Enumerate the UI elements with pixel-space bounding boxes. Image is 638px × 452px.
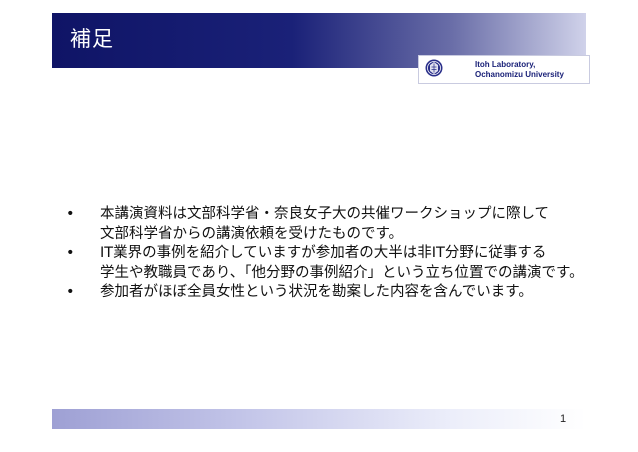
university-crest-icon <box>425 59 443 77</box>
bullet-marker: • <box>66 245 75 261</box>
page-number: 1 <box>560 413 567 425</box>
bullet-item: • 参加者がほぼ全員女性という状況を勘案した内容を含んでいます。 <box>66 283 606 303</box>
bullet-item: • 本講演資料は文部科学省・奈良女子大の共催ワークショップに際して 文部科学省か… <box>66 205 606 244</box>
lab-name: Itoh Laboratory, Ochanomizu University <box>475 60 564 80</box>
lab-badge: Itoh Laboratory, Ochanomizu University <box>418 55 590 84</box>
bullet-marker: • <box>66 284 75 300</box>
bullet-list: • 本講演資料は文部科学省・奈良女子大の共催ワークショップに際して 文部科学省か… <box>66 205 606 303</box>
bullet-item: • IT業界の事例を紹介していますが参加者の大半は非IT分野に従事する 学生や教… <box>66 244 606 283</box>
lab-name-line-2: Ochanomizu University <box>475 70 564 79</box>
bullet-text-line: 文部科学省からの講演依頼を受けたものです。 <box>100 225 404 242</box>
bullet-text-line: 学生や教職員であり、「他分野の事例紹介」という立ち位置での講演です。 <box>100 264 584 281</box>
bullet-text-line: 参加者がほぼ全員女性という状況を勘案した内容を含んでいます。 <box>100 284 533 300</box>
footer-bar <box>52 409 586 429</box>
bullet-marker: • <box>66 206 75 222</box>
bullet-text-line: 本講演資料は文部科学省・奈良女子大の共催ワークショップに際して <box>100 206 550 222</box>
lab-name-line-1: Itoh Laboratory, <box>475 60 536 69</box>
slide-title: 補足 <box>70 27 114 51</box>
bullet-text-line: IT業界の事例を紹介していますが参加者の大半は非IT分野に従事する <box>100 245 547 261</box>
